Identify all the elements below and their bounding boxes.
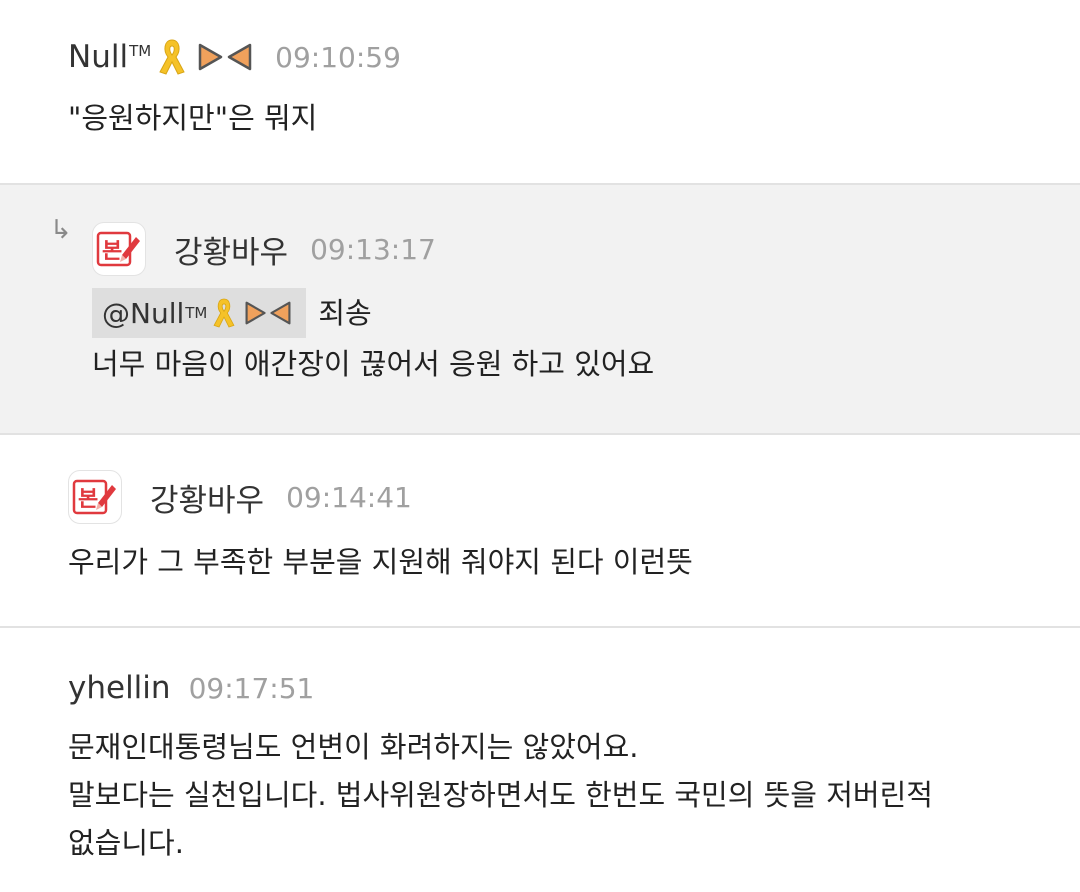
message-text: 말보다는 실천입니다. 법사위원장하면서도 한번도 국민의 뜻을 저버린적: [68, 778, 933, 812]
svg-text:본: 본: [102, 239, 122, 264]
message-item[interactable]: 본 강황바우 09:14:41 우리가 그 부족한 부분을 지원해 줘야지 된다…: [0, 435, 1080, 628]
message-text: 너무 마음이 애간장이 끊어서 응원 하고 있어요: [92, 347, 655, 381]
message-time: 09:17:51: [188, 671, 315, 705]
bow-tie-icon: [244, 299, 292, 327]
mention-tag[interactable]: @Null TM: [92, 288, 307, 338]
reply-arrow-icon: ↳: [50, 215, 72, 245]
yellow-ribbon-icon: [155, 37, 189, 77]
pen-avatar-icon[interactable]: 본: [68, 470, 122, 524]
author-name[interactable]: 강황바우: [150, 475, 264, 520]
message-text: 문재인대통령님도 언변이 화려하지는 않았어요.: [68, 730, 639, 764]
message-time: 09:14:41: [286, 480, 412, 514]
message-body: @Null TM 죄송 너무 마음이 애간장이 끊어서 응원 하고 있어요: [92, 288, 654, 388]
message-item[interactable]: NullTM 09:10:59 "응원하지만"은 뭐지: [0, 0, 1080, 185]
author-name[interactable]: yhellin: [68, 670, 171, 706]
bow-tie-icon: [197, 41, 253, 73]
author-name[interactable]: 강황바우: [174, 227, 288, 272]
trademark-sup: TM: [129, 41, 152, 60]
message-header: 본 강황바우 09:13:17: [92, 221, 436, 277]
message-body: 문재인대통령님도 언변이 화려하지는 않았어요. 말보다는 실천입니다. 법사위…: [68, 723, 933, 867]
message-text: 우리가 그 부족한 부분을 지원해 줘야지 된다 이런뜻: [68, 545, 693, 579]
message-text: 없습니다.: [68, 826, 184, 860]
message-header: NullTM 09:10:59: [68, 32, 401, 82]
yellow-ribbon-icon: [210, 296, 238, 330]
author-name[interactable]: NullTM: [68, 39, 151, 75]
message-text: "응원하지만"은 뭐지: [68, 101, 318, 135]
message-time: 09:10:59: [275, 40, 401, 74]
svg-text:본: 본: [78, 487, 98, 512]
pen-avatar-icon[interactable]: 본: [92, 222, 146, 276]
message-item[interactable]: yhellin 09:17:51 문재인대통령님도 언변이 화려하지는 않았어요…: [0, 628, 1080, 892]
reply-message-item[interactable]: ↳ 본 강황바우 09:13:17 @Null TM 죄송 너무 마음이 애간장…: [0, 185, 1080, 435]
message-header: yhellin 09:17:51: [68, 664, 314, 712]
message-time: 09:13:17: [310, 232, 436, 266]
message-header: 본 강황바우 09:14:41: [68, 469, 412, 525]
message-text: 죄송: [318, 296, 372, 330]
